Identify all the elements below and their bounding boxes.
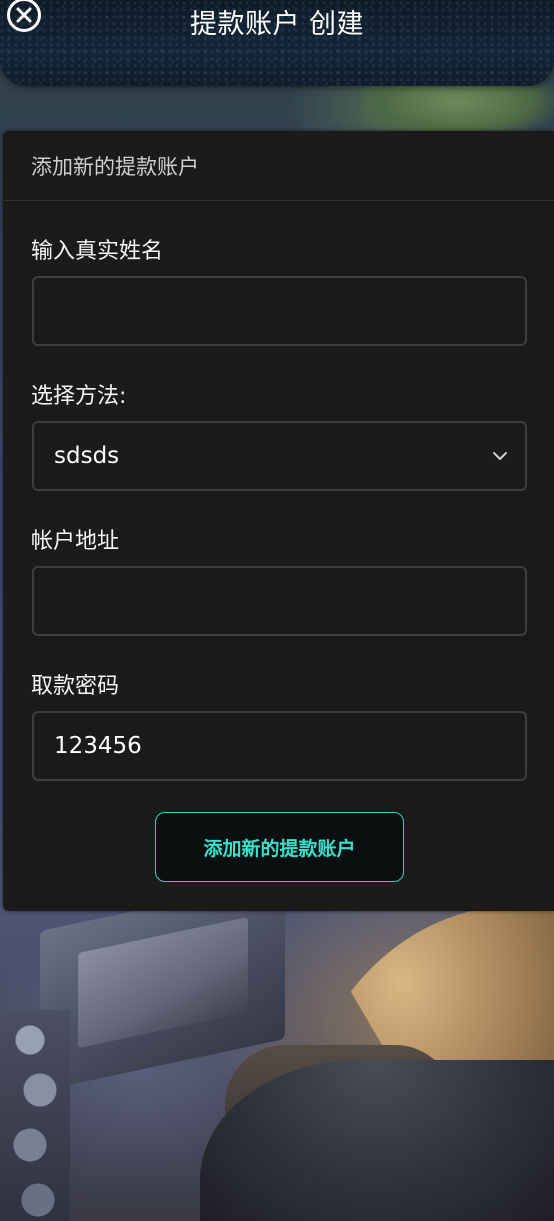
background-sail [300,905,554,1165]
card-title: 添加新的提款账户 [3,131,554,201]
account-address-label: 帐户地址 [31,529,120,554]
real-name-field[interactable] [32,276,527,346]
withdraw-password-input[interactable] [54,733,505,759]
account-address-field[interactable] [32,566,527,636]
background-pipe [200,1060,554,1221]
method-selected-value: sdsds [54,443,120,469]
real-name-input[interactable] [54,298,505,324]
method-label: 选择方法: [31,384,127,409]
withdraw-password-label: 取款密码 [31,674,120,699]
background-crate-panel [78,916,248,1049]
real-name-label: 输入真实姓名 [31,239,164,264]
account-address-input[interactable] [54,588,505,614]
top-header: 提款账户 创建 [0,0,554,86]
chevron-down-icon [491,447,509,465]
add-withdraw-account-card: 添加新的提款账户 输入真实姓名 选择方法: sdsds 帐户地址 取款密码 添加… [3,131,554,911]
add-withdraw-account-button[interactable]: 添加新的提款账户 [155,812,404,882]
method-select[interactable]: sdsds [32,421,527,491]
page-title: 提款账户 创建 [189,9,365,40]
withdraw-password-field[interactable] [32,711,527,781]
background-knob [225,1045,455,1140]
background-rivets [0,1010,70,1221]
background-foliage [360,78,554,138]
